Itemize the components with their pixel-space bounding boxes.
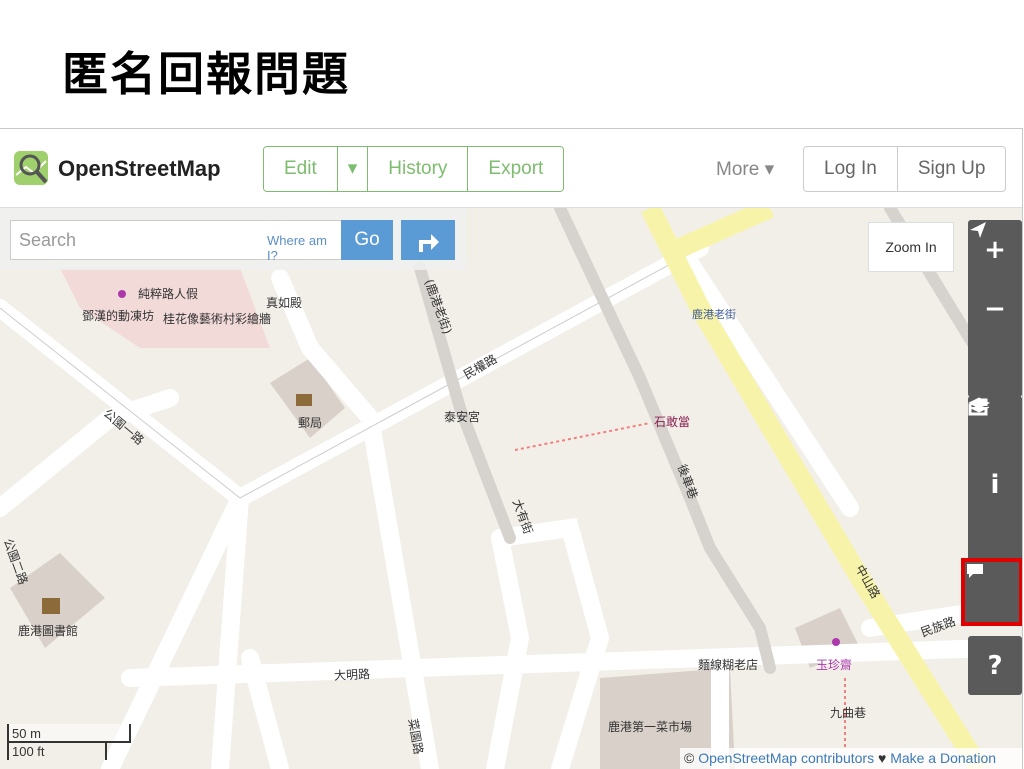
map-canvas[interactable]: 純粹路人假 鄧漢的動凍坊 桂花像藝術村彩繪牆 真如殿 郵局 泰安宮 民權路 公園… (0, 208, 1022, 769)
search-input[interactable]: Search Where am I? (10, 220, 342, 263)
signup-button[interactable]: Sign Up (898, 147, 1006, 191)
attribution: © OpenStreetMap contributors ♥ Make a Do… (680, 748, 1022, 769)
search-placeholder: Search (19, 230, 77, 250)
osm-contributors-link[interactable]: OpenStreetMap contributors (698, 750, 874, 766)
attribution-prefix: © (684, 750, 699, 766)
poi-label: 九曲巷 (830, 706, 867, 720)
help-icon: ? (987, 650, 1003, 681)
history-button[interactable]: History (368, 147, 469, 191)
where-am-i-link[interactable]: Where am I? (267, 233, 341, 263)
donate-link[interactable]: Make a Donation (890, 750, 996, 766)
login-button[interactable]: Log In (804, 147, 898, 191)
area-label: 鹿港第一菜市場 (608, 720, 693, 734)
directions-button[interactable] (401, 220, 455, 260)
heart-icon: ♥ (874, 750, 891, 766)
add-note-button[interactable] (961, 558, 1022, 626)
zoom-in-tooltip: Zoom In (868, 222, 954, 272)
poi-label: 鹿港老街 (692, 308, 736, 321)
edit-dropdown-button[interactable]: ▾ (337, 147, 369, 191)
poi-label: 鄧漢的動凍坊 (82, 309, 155, 323)
map-key-button[interactable]: i (968, 455, 1022, 514)
scale-imperial: 100 ft (12, 744, 45, 759)
poi-label: 石敢當 (654, 415, 691, 429)
zoom-controls: + − (968, 220, 1022, 397)
more-menu[interactable]: More ▾ (716, 158, 774, 181)
street-label: 大明路 (333, 667, 371, 683)
poi-label: 泰安宮 (444, 410, 481, 424)
poi-label: 麵線糊老店 (698, 658, 759, 672)
poi-label: 桂花像藝術村彩繪牆 (163, 312, 272, 326)
poi-label: 郵局 (298, 416, 323, 430)
minus-icon: − (984, 293, 1006, 324)
directions-icon (419, 234, 439, 252)
slide-title: 匿名回報問題 (62, 47, 350, 101)
info-icon: i (990, 469, 1000, 500)
go-button[interactable]: Go (341, 220, 393, 260)
share-icon (968, 398, 988, 416)
side-controls: i (968, 396, 1022, 573)
locate-button[interactable] (968, 222, 1022, 397)
scale-bar: 50 m 100 ft (6, 722, 132, 762)
help-button[interactable]: ? (968, 636, 1022, 695)
edit-button-group: Edit ▾ History Export (263, 146, 565, 192)
osm-header: OpenStreetMap Edit ▾ History Export More… (0, 129, 1022, 208)
search-panel: Search Where am I? Go (0, 208, 466, 270)
auth-button-group: Log In Sign Up (803, 146, 1007, 192)
edit-button[interactable]: Edit (264, 147, 338, 191)
poi-label: 玉珍齋 (816, 658, 853, 672)
osm-logo-icon[interactable] (12, 149, 50, 187)
brand-name[interactable]: OpenStreetMap (58, 156, 221, 182)
poi-label: 真如殿 (266, 296, 303, 310)
note-icon (967, 564, 983, 578)
help-controls: ? (968, 636, 1022, 695)
scale-metric: 50 m (12, 726, 41, 741)
poi-label: 鹿港圖書館 (18, 624, 79, 638)
locate-icon (970, 222, 986, 238)
poi-label: 純粹路人假 (138, 287, 199, 301)
export-button[interactable]: Export (468, 147, 564, 191)
browser-frame: OpenStreetMap Edit ▾ History Export More… (0, 128, 1023, 769)
zoom-out-button[interactable]: − (968, 279, 1022, 338)
